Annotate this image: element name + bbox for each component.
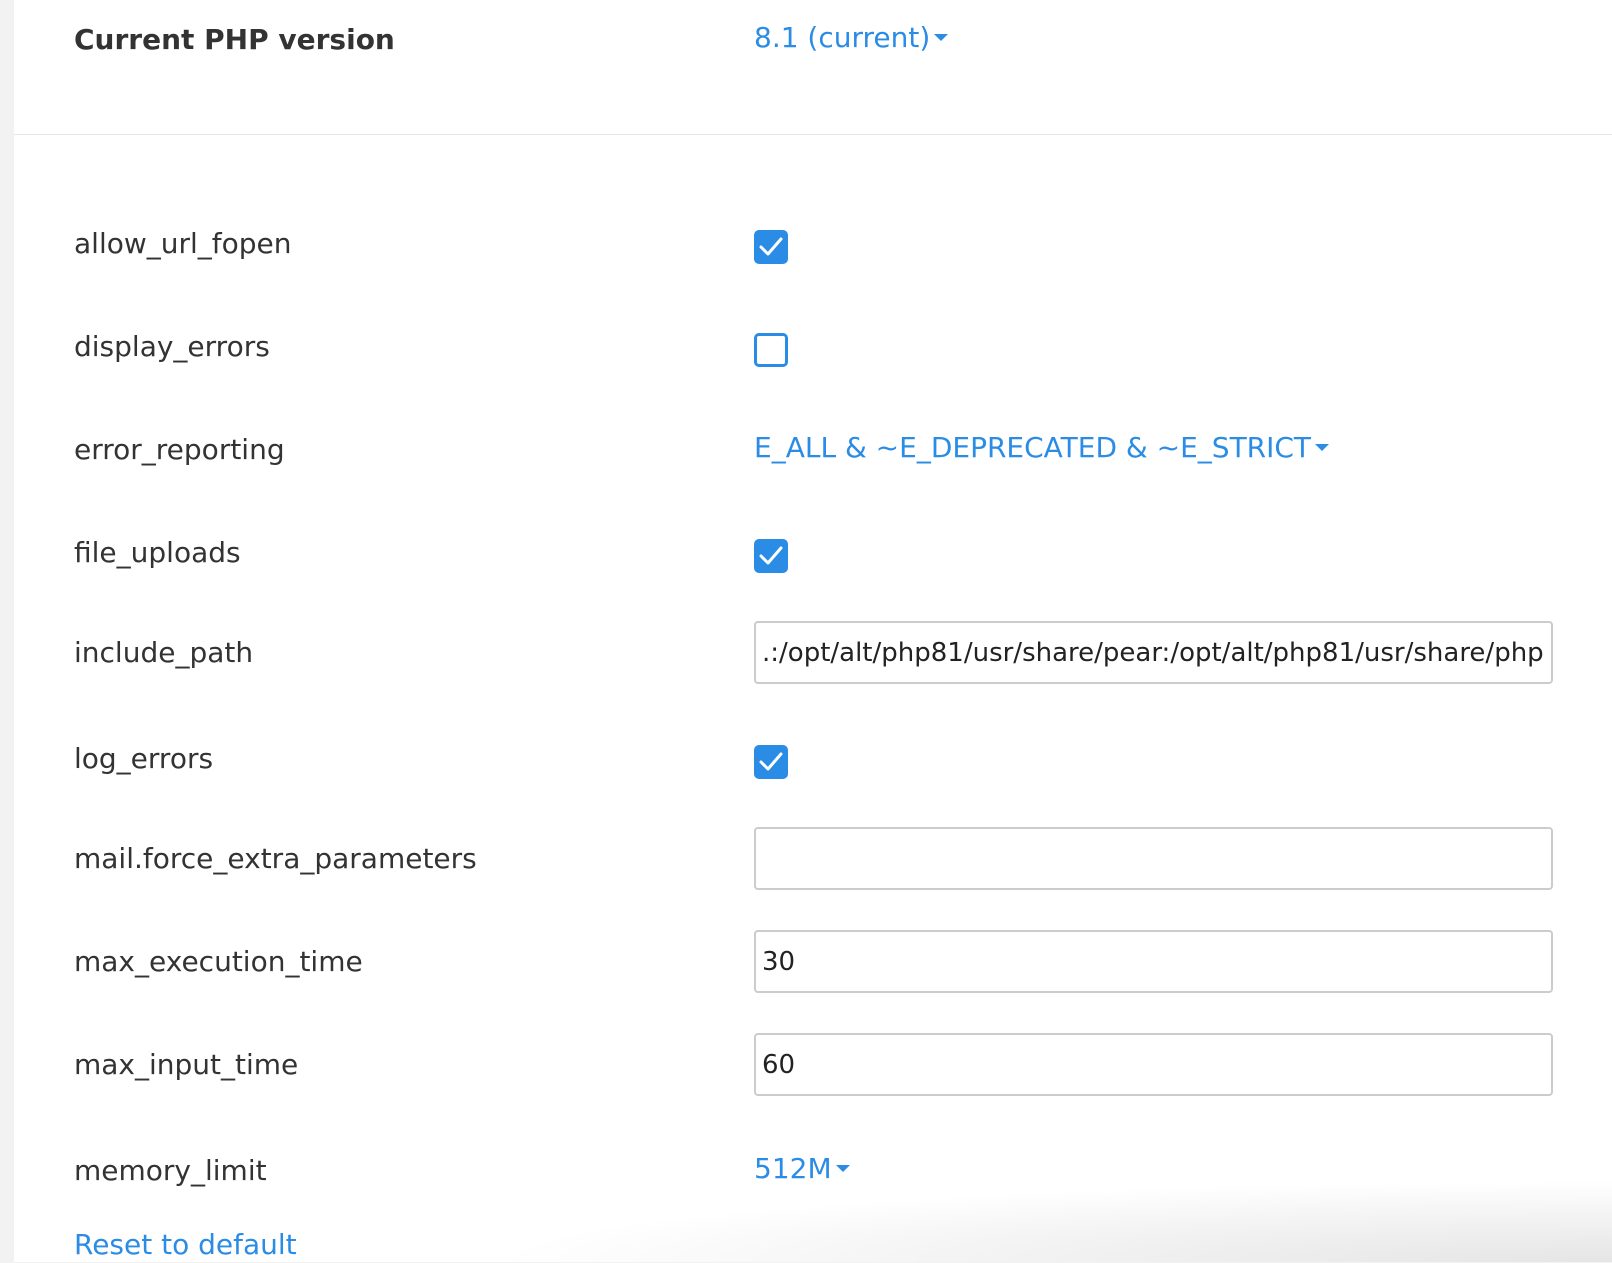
mail-force-extra-parameters-label: mail.force_extra_parameters	[74, 842, 477, 875]
caret-down-icon	[835, 1165, 850, 1172]
log-errors-checkbox[interactable]	[754, 745, 788, 779]
max-input-time-label: max_input_time	[74, 1048, 299, 1081]
reset-to-default-link[interactable]: Reset to default	[74, 1227, 297, 1263]
error-reporting-dropdown[interactable]: E_ALL & ~E_DEPRECATED & ~E_STRICT	[754, 430, 1330, 466]
max-execution-time-label: max_execution_time	[74, 945, 363, 978]
checkmark-icon	[759, 752, 783, 771]
file-uploads-label: file_uploads	[74, 536, 241, 569]
max-execution-time-input[interactable]	[754, 930, 1553, 993]
memory-limit-dropdown[interactable]: 512M	[754, 1151, 850, 1187]
memory-limit-value: 512M	[754, 1152, 832, 1185]
caret-down-icon	[1315, 444, 1330, 451]
display-errors-checkbox[interactable]	[754, 333, 788, 367]
caret-down-icon	[934, 34, 949, 41]
checkmark-icon	[759, 237, 783, 256]
php-version-row: Current PHP version 8.1 (current)	[14, 0, 1612, 135]
log-errors-label: log_errors	[74, 742, 214, 775]
mail-force-extra-parameters-input[interactable]	[754, 827, 1553, 890]
checkmark-icon	[759, 546, 783, 565]
php-settings-panel: Current PHP version 8.1 (current) allow_…	[14, 0, 1612, 1262]
allow-url-fopen-label: allow_url_fopen	[74, 227, 292, 260]
error-reporting-value: E_ALL & ~E_DEPRECATED & ~E_STRICT	[754, 431, 1312, 464]
error-reporting-label: error_reporting	[74, 433, 285, 466]
include-path-label: include_path	[74, 636, 254, 669]
display-errors-label: display_errors	[74, 330, 270, 363]
php-version-label: Current PHP version	[74, 23, 395, 56]
php-version-value: 8.1 (current)	[754, 21, 931, 54]
memory-limit-label: memory_limit	[74, 1154, 267, 1187]
php-version-dropdown[interactable]: 8.1 (current)	[754, 20, 949, 56]
allow-url-fopen-checkbox[interactable]	[754, 230, 788, 264]
max-input-time-input[interactable]	[754, 1033, 1553, 1096]
file-uploads-checkbox[interactable]	[754, 539, 788, 573]
include-path-input[interactable]	[754, 621, 1553, 684]
